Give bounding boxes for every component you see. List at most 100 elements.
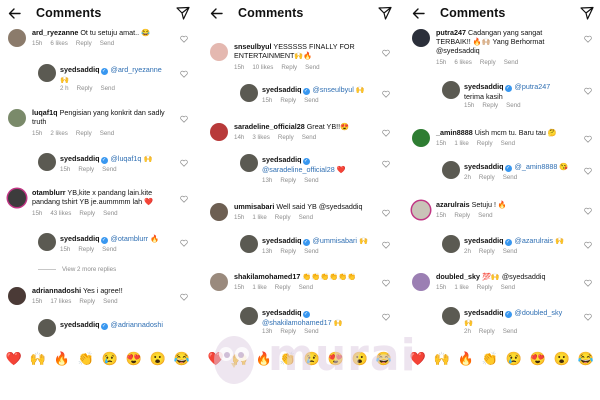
reply-button[interactable]: Reply xyxy=(79,298,95,305)
like-heart-icon[interactable] xyxy=(584,207,592,215)
share-icon[interactable] xyxy=(176,6,190,20)
comment-username[interactable]: shakilamohamed17 xyxy=(234,272,300,281)
comment-likes[interactable]: 3 likes xyxy=(252,134,270,141)
reply-button[interactable]: Reply xyxy=(278,134,294,141)
comment-username[interactable]: luqaf1q xyxy=(32,108,58,117)
mention-link[interactable]: @ummisabari xyxy=(313,236,357,245)
send-button[interactable]: Send xyxy=(103,210,117,217)
avatar[interactable] xyxy=(442,81,460,99)
send-button[interactable]: Send xyxy=(501,140,515,147)
comment-likes[interactable]: 17 likes xyxy=(50,298,71,305)
comment-likes[interactable]: 43 likes xyxy=(50,210,71,217)
comment-likes[interactable]: 1 like xyxy=(454,284,468,291)
comment-username[interactable]: syedsaddiq xyxy=(464,308,504,317)
comment-likes[interactable]: 10 likes xyxy=(252,64,273,71)
avatar[interactable] xyxy=(8,29,26,47)
comment-username[interactable]: syedsaddiq xyxy=(262,155,302,164)
comment-username[interactable]: syedsaddiq xyxy=(262,308,302,317)
reply-button[interactable]: Reply xyxy=(78,246,94,253)
comment-username[interactable]: syedsaddiq xyxy=(464,162,504,171)
comment-username[interactable]: snseulbyul xyxy=(234,42,272,51)
emoji-heart[interactable]: ❤️ xyxy=(6,351,22,367)
like-heart-icon[interactable] xyxy=(382,279,390,287)
like-heart-icon[interactable] xyxy=(584,135,592,143)
reply-button[interactable]: Reply xyxy=(79,210,95,217)
mention-link[interactable]: @putra247 xyxy=(515,82,551,91)
send-button[interactable]: Send xyxy=(299,284,313,291)
avatar[interactable] xyxy=(38,319,56,337)
avatar[interactable] xyxy=(210,123,228,141)
send-button[interactable]: Send xyxy=(478,212,492,219)
reply-button[interactable]: Reply xyxy=(77,85,93,92)
emoji-clap[interactable]: 👏 xyxy=(482,351,498,367)
like-heart-icon[interactable] xyxy=(180,195,188,203)
send-button[interactable]: Send xyxy=(304,248,318,255)
like-heart-icon[interactable] xyxy=(180,159,188,167)
like-heart-icon[interactable] xyxy=(180,239,188,247)
send-button[interactable]: Send xyxy=(100,40,114,47)
comment-username[interactable]: syedsaddiq xyxy=(262,85,302,94)
comment-username[interactable]: syedsaddiq xyxy=(60,154,100,163)
comment-likes[interactable]: 6 likes xyxy=(454,59,472,66)
like-heart-icon[interactable] xyxy=(180,70,188,78)
send-button[interactable]: Send xyxy=(304,97,318,104)
like-heart-icon[interactable] xyxy=(584,279,592,287)
like-heart-icon[interactable] xyxy=(382,209,390,217)
reply-button[interactable]: Reply xyxy=(281,64,297,71)
like-heart-icon[interactable] xyxy=(382,49,390,57)
emoji-clap[interactable]: 👏 xyxy=(78,351,94,367)
like-heart-icon[interactable] xyxy=(584,167,592,175)
share-icon[interactable] xyxy=(378,6,392,20)
emoji-fire[interactable]: 🔥 xyxy=(458,351,474,367)
like-heart-icon[interactable] xyxy=(382,129,390,137)
avatar[interactable] xyxy=(38,233,56,251)
comment-username[interactable]: azarulrais xyxy=(436,200,470,209)
comment-likes[interactable]: 1 like xyxy=(252,214,266,221)
comment-username[interactable]: adriannadoshi xyxy=(32,286,81,295)
mention-link[interactable]: @saradeline_official28 xyxy=(262,165,335,174)
send-button[interactable]: Send xyxy=(506,102,520,109)
comment-username[interactable]: putra247 xyxy=(436,28,466,37)
reply-button[interactable]: Reply xyxy=(479,248,495,255)
avatar[interactable] xyxy=(442,235,460,253)
avatar[interactable] xyxy=(8,109,26,127)
reply-button[interactable]: Reply xyxy=(78,166,94,173)
emoji-crying[interactable]: 😢 xyxy=(506,351,522,367)
reply-button[interactable]: Reply xyxy=(76,130,92,137)
comment-likes[interactable]: 1 like xyxy=(252,284,266,291)
send-button[interactable]: Send xyxy=(504,59,518,66)
comment-username[interactable]: syedsaddiq xyxy=(60,320,100,329)
send-button[interactable]: Send xyxy=(302,134,316,141)
mention-link[interactable]: @shakilamohamed17 xyxy=(262,318,332,327)
comment-likes[interactable]: 1 like xyxy=(454,140,468,147)
emoji-laughing[interactable]: 😂 xyxy=(578,351,594,367)
comment-likes[interactable]: 6 likes xyxy=(50,40,68,47)
like-heart-icon[interactable] xyxy=(180,35,188,43)
mention-link[interactable]: @doubled_sky xyxy=(515,308,563,317)
avatar[interactable] xyxy=(442,307,460,325)
share-icon[interactable] xyxy=(580,6,594,20)
send-button[interactable]: Send xyxy=(503,174,517,181)
comment-username[interactable]: saradeline_official28 xyxy=(234,122,305,131)
like-heart-icon[interactable] xyxy=(180,115,188,123)
emoji-raised-hands[interactable]: 🙌 xyxy=(434,351,450,367)
like-heart-icon[interactable] xyxy=(584,35,592,43)
send-button[interactable]: Send xyxy=(503,248,517,255)
emoji-raised-hands[interactable]: 🙌 xyxy=(30,351,46,367)
mention-link[interactable]: @luqaf1q xyxy=(111,154,142,163)
avatar[interactable] xyxy=(240,154,258,172)
reply-button[interactable]: Reply xyxy=(482,102,498,109)
comment-username[interactable]: ard_ryezanne xyxy=(32,28,78,37)
send-button[interactable]: Send xyxy=(304,177,318,184)
avatar[interactable] xyxy=(240,307,258,325)
send-button[interactable]: Send xyxy=(305,64,319,71)
like-heart-icon[interactable] xyxy=(382,160,390,168)
mention-link[interactable]: @adriannadoshi xyxy=(111,320,163,329)
avatar[interactable] xyxy=(210,203,228,221)
avatar[interactable] xyxy=(210,43,228,61)
reply-button[interactable]: Reply xyxy=(280,97,296,104)
comment-username[interactable]: doubled_sky xyxy=(436,272,480,281)
view-more-replies[interactable]: View 2 more replies xyxy=(38,266,116,273)
avatar[interactable] xyxy=(442,161,460,179)
mention-link[interactable]: @otamblurr xyxy=(111,234,149,243)
